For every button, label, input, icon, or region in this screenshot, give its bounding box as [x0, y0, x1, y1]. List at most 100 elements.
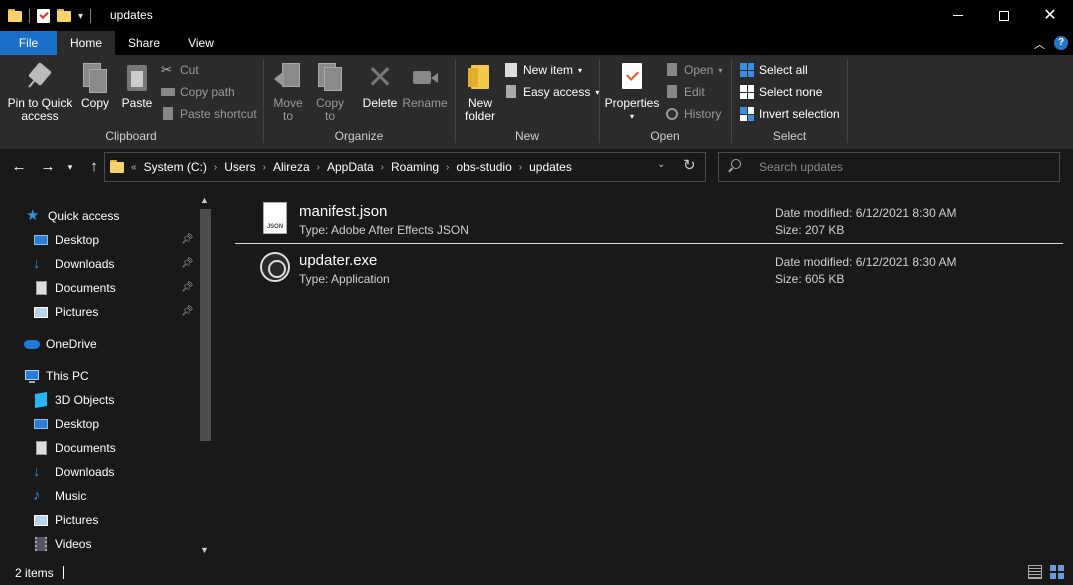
new-item-dropdown-icon: ▾ — [578, 65, 583, 75]
tab-share[interactable]: Share — [118, 31, 170, 55]
cut-button[interactable]: ✂ Cut — [161, 60, 199, 80]
rename-button[interactable]: Rename — [402, 61, 448, 110]
computer-icon — [24, 368, 40, 384]
new-folder-icon[interactable] — [57, 9, 71, 23]
move-to-button[interactable]: Move to — [270, 61, 306, 123]
chevron-right-icon[interactable]: › — [519, 162, 522, 173]
copy-button[interactable]: Copy — [77, 61, 113, 110]
breadcrumb-item[interactable]: Alireza — [273, 160, 310, 174]
refresh-icon[interactable]: ↻ — [683, 156, 696, 174]
paste-button[interactable]: Paste — [119, 61, 155, 110]
collapse-ribbon-chevron-icon[interactable]: ︿ — [1034, 36, 1045, 52]
recent-locations-button[interactable]: ▾ — [60, 157, 80, 177]
nav-pc-pictures[interactable]: Pictures — [33, 509, 98, 531]
scroll-down-icon[interactable]: ▼ — [200, 545, 209, 555]
breadcrumb-item[interactable]: System (C:) — [144, 160, 207, 174]
nav-qa-documents[interactable]: Documents 📌︎ — [33, 277, 198, 299]
nav-qa-downloads[interactable]: ↓ Downloads 📌︎ — [33, 253, 198, 275]
ribbon: Pin to Quick access Copy Paste ✂ Cut Cop… — [0, 55, 1073, 149]
copy-path-icon — [161, 85, 175, 99]
breadcrumb-item[interactable]: Users — [224, 160, 255, 174]
nav-pc-3d-objects[interactable]: 3D Objects — [33, 389, 114, 411]
edit-button[interactable]: Edit — [665, 82, 705, 102]
breadcrumb-item[interactable]: updates — [529, 160, 572, 174]
properties-dropdown-icon: ▾ — [629, 112, 634, 121]
nav-this-pc[interactable]: This PC — [24, 365, 89, 387]
select-none-button[interactable]: Select none — [740, 82, 822, 102]
nav-pc-desktop[interactable]: Desktop — [33, 413, 99, 435]
invert-selection-button[interactable]: Invert selection — [740, 104, 840, 124]
nav-quick-access[interactable]: ★ Quick access — [26, 205, 119, 227]
breadcrumb-item[interactable]: obs-studio — [456, 160, 511, 174]
tab-home[interactable]: Home — [57, 31, 115, 55]
close-button[interactable]: ✕ — [1027, 0, 1073, 31]
film-icon — [33, 536, 49, 552]
properties-label: Properties — [604, 96, 660, 110]
breadcrumb: « System (C:) › Users › Alireza › AppDat… — [110, 153, 572, 181]
tab-view[interactable]: View — [175, 31, 227, 55]
copy-to-button[interactable]: Copy to — [312, 61, 348, 123]
pin-to-quick-access-button[interactable]: Pin to Quick access — [4, 61, 76, 123]
new-item-button[interactable]: New item ▾ — [504, 60, 582, 80]
maximize-button[interactable] — [981, 0, 1027, 31]
breadcrumb-item[interactable]: Roaming — [391, 160, 439, 174]
nav-label: Pictures — [55, 305, 99, 319]
back-button[interactable]: ← — [9, 157, 29, 177]
navigation-scrollbar[interactable]: ▲ ▼ — [198, 195, 214, 561]
nav-pc-music[interactable]: ♪ Music — [33, 485, 86, 507]
nav-pc-videos[interactable]: Videos — [33, 533, 91, 555]
help-icon[interactable]: ? — [1054, 36, 1068, 50]
search-input[interactable] — [759, 159, 1049, 175]
new-folder-button[interactable]: New folder — [460, 61, 500, 123]
open-button[interactable]: Open ▾ — [665, 60, 722, 80]
nav-pc-downloads[interactable]: ↓ Downloads — [33, 461, 114, 483]
history-button[interactable]: History — [665, 104, 721, 124]
address-dropdown-icon[interactable]: ⌄ — [657, 159, 665, 170]
customize-toolbar-dropdown-icon[interactable]: ▾ — [78, 11, 83, 22]
cut-label: Cut — [180, 63, 199, 77]
select-all-button[interactable]: Select all — [740, 60, 808, 80]
address-bar[interactable]: « System (C:) › Users › Alireza › AppDat… — [104, 152, 706, 182]
up-button[interactable]: ↑ — [84, 157, 104, 177]
properties-icon[interactable] — [37, 9, 50, 23]
forward-arrow-icon: → — [40, 158, 56, 175]
properties-button[interactable]: Properties ▾ — [604, 61, 660, 123]
breadcrumb-overflow[interactable]: « — [131, 162, 137, 173]
easy-access-button[interactable]: Easy access ▾ — [504, 82, 599, 102]
nav-label: Desktop — [55, 233, 100, 247]
delete-button[interactable]: ✕ Delete — [360, 61, 400, 110]
large-icons-view-icon[interactable] — [1050, 565, 1064, 579]
scrollbar-thumb[interactable] — [200, 209, 211, 441]
status-bar: 2 items — [0, 561, 1073, 585]
search-box[interactable] — [718, 152, 1060, 182]
file-item[interactable]: updater.exe Type: Application Date modif… — [234, 244, 1062, 290]
paste-label: Paste — [121, 96, 153, 110]
scroll-up-icon[interactable]: ▲ — [200, 195, 209, 205]
nav-onedrive[interactable]: OneDrive — [24, 333, 97, 355]
nav-qa-pictures[interactable]: Pictures 📌︎ — [33, 301, 198, 323]
chevron-right-icon[interactable]: › — [381, 162, 384, 173]
nav-pc-documents[interactable]: Documents — [33, 437, 116, 459]
pinned-icon: 📌︎ — [181, 258, 194, 269]
breadcrumb-item[interactable]: AppData — [327, 160, 374, 174]
chevron-right-icon[interactable]: › — [446, 162, 449, 173]
file-item[interactable]: JSON manifest.json Type: Adobe After Eff… — [234, 195, 1062, 241]
copy-path-button[interactable]: Copy path — [161, 82, 235, 102]
new-group: New folder New item ▾ Easy access ▾ New — [456, 55, 599, 147]
chevron-right-icon[interactable]: › — [263, 162, 266, 173]
folder-icon — [8, 9, 22, 23]
file-type: Type: Adobe After Effects JSON — [299, 223, 469, 237]
select-all-label: Select all — [759, 63, 808, 77]
paste-shortcut-button[interactable]: Paste shortcut — [161, 104, 257, 124]
minimize-button[interactable] — [935, 0, 981, 31]
chevron-right-icon[interactable]: › — [214, 162, 217, 173]
nav-qa-desktop[interactable]: Desktop 📌︎ — [33, 229, 198, 251]
chevron-right-icon[interactable]: › — [317, 162, 320, 173]
obs-app-icon — [259, 251, 291, 283]
details-view-icon[interactable] — [1028, 565, 1042, 579]
open-group: Properties ▾ Open ▾ Edit History Open — [600, 55, 730, 147]
forward-button[interactable]: → — [38, 157, 58, 177]
new-folder-icon — [464, 61, 496, 93]
open-dropdown-icon: ▾ — [718, 65, 723, 75]
quick-access-toolbar: ▾ — [8, 6, 92, 26]
